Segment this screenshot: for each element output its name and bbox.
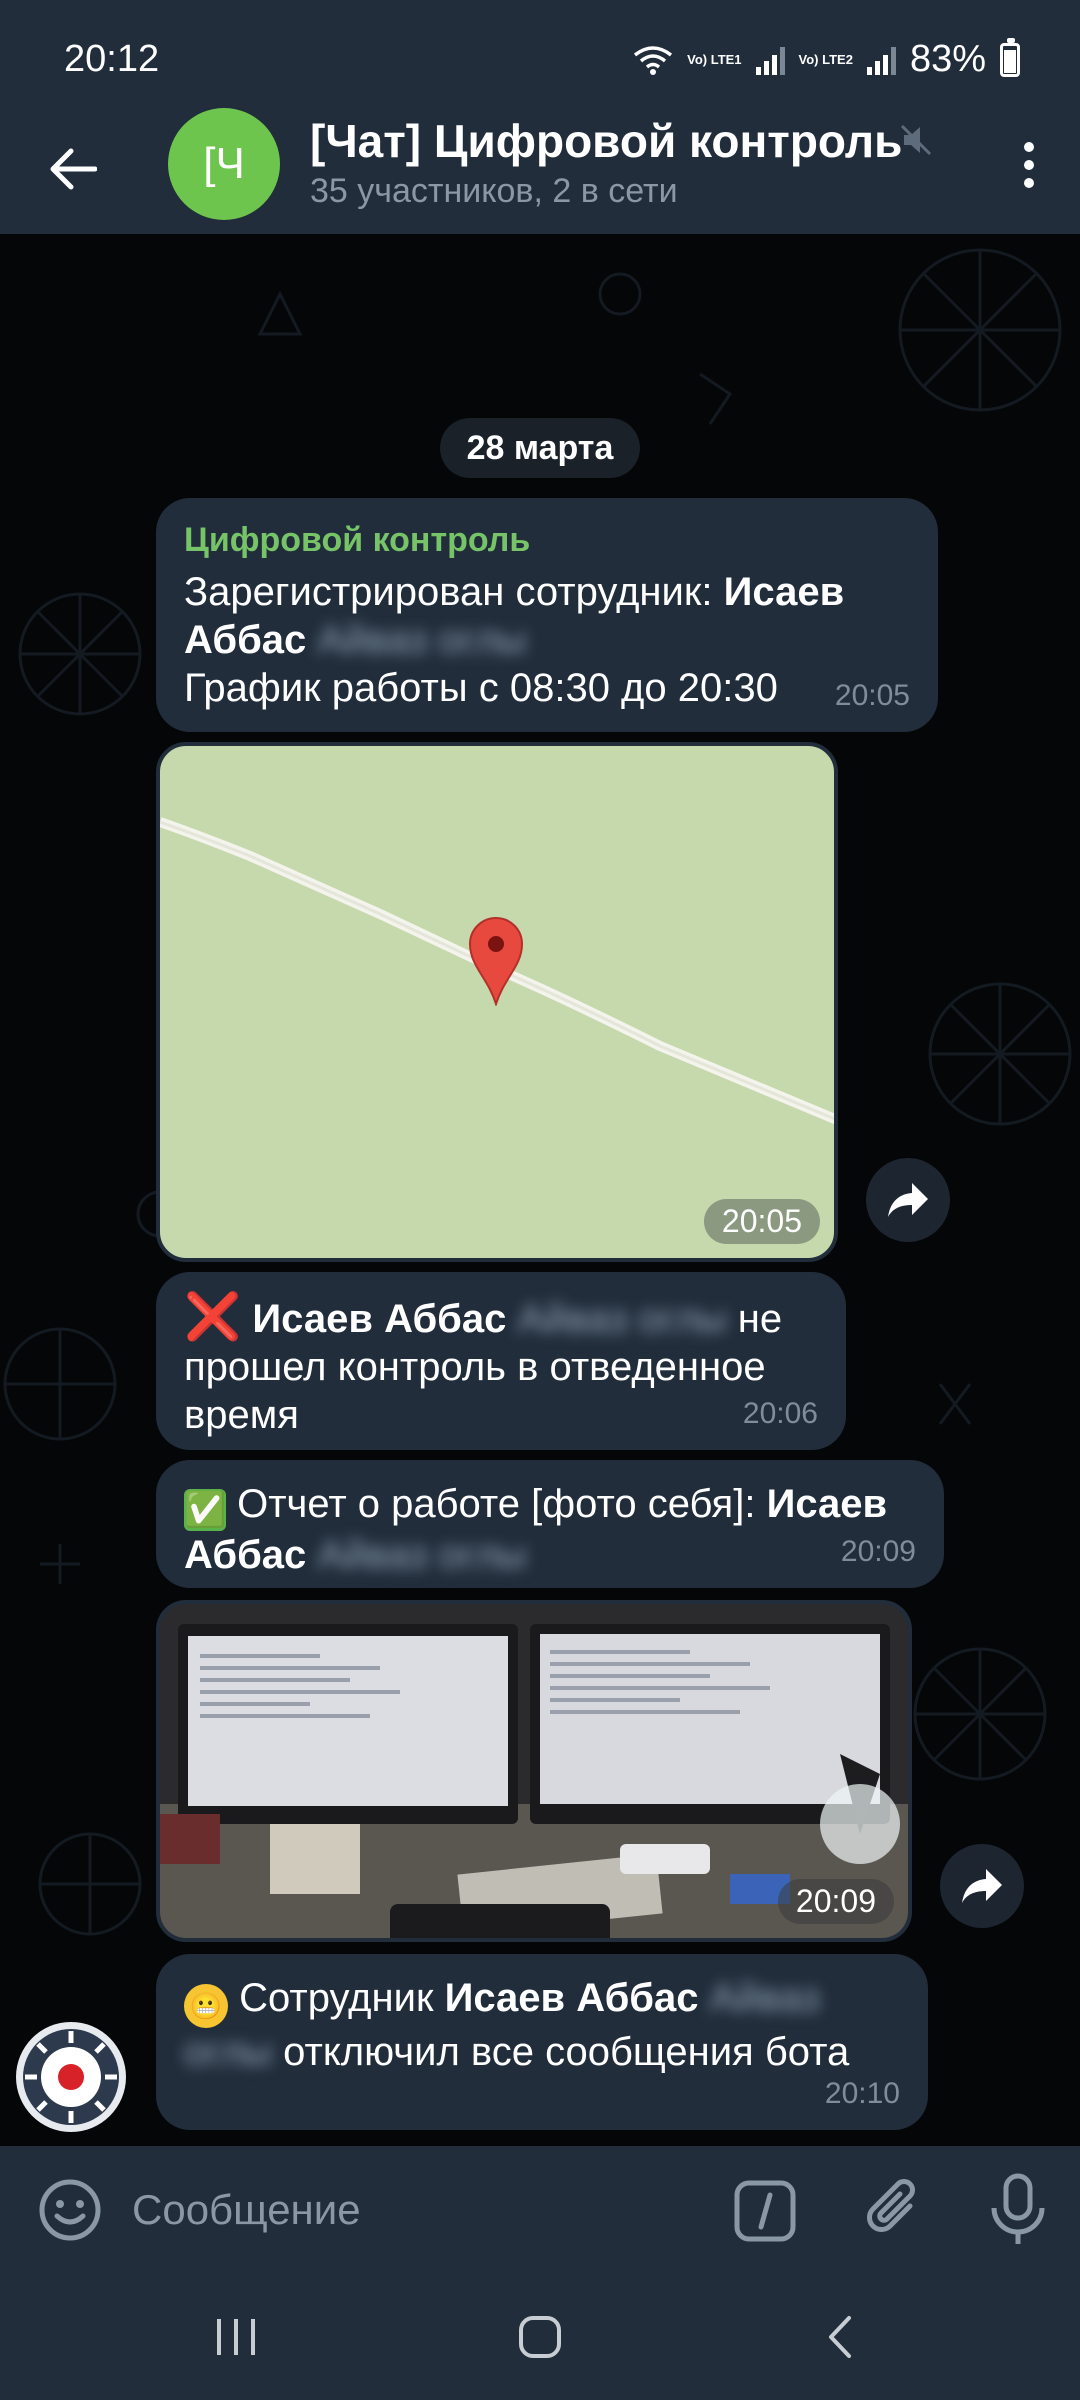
message-text: ❌ Исаев Аббас Айваз оглы не прошел контр…: [184, 1290, 783, 1437]
home-button[interactable]: [500, 2304, 580, 2370]
message-input[interactable]: [132, 2176, 692, 2244]
employee-name: Исаев Аббас: [252, 1297, 507, 1341]
blurred-text: Айваз оглы: [317, 618, 527, 662]
emoji-icon[interactable]: [36, 2176, 104, 2244]
message-time: 20:10: [824, 2077, 900, 2110]
arrow-left-icon: [50, 148, 97, 190]
location-map[interactable]: 20:05: [156, 742, 838, 1262]
wifi-icon: [634, 45, 673, 75]
message-bubble[interactable]: Цифровой контроль Зарегистрирован сотруд…: [156, 498, 938, 732]
recent-apps-icon: [217, 2319, 255, 2355]
recent-apps-button[interactable]: [196, 2304, 276, 2370]
blurred-text: Айваз оглы: [517, 1297, 727, 1341]
system-nav-bar: [0, 2274, 1080, 2400]
bot-avatar[interactable]: [16, 2022, 126, 2132]
status-time: 20:12: [64, 38, 160, 80]
microphone-icon[interactable]: [984, 2172, 1052, 2248]
map-pin-icon: [468, 917, 524, 1006]
message-text: ✅ Отчет о работе [фото себя]: Исаев Абба…: [184, 1482, 888, 1577]
forward-button[interactable]: [940, 1844, 1024, 1928]
sim1-signal-icon: [755, 45, 785, 75]
photo-attachment[interactable]: 20:09: [156, 1600, 912, 1942]
paperclip-icon[interactable]: [860, 2176, 928, 2244]
message-text: 😬 Сотрудник Исаев Аббас Айваз оглы отклю…: [184, 1976, 850, 2074]
battery-percent: 83%: [909, 38, 986, 80]
grimacing-face-icon: 😬: [184, 1984, 228, 2028]
chat-members-status: 35 участников, 2 в сети: [310, 172, 678, 210]
more-menu-button[interactable]: [1004, 130, 1054, 200]
home-icon: [519, 2316, 561, 2358]
message-time: 20:09: [777, 1879, 894, 1924]
employee-name: Исаев Аббас: [444, 1976, 699, 2020]
sim1-lte-label: Vo) LTE1: [687, 51, 742, 67]
sim2-lte-label: Vo) LTE2: [798, 51, 853, 67]
forward-button[interactable]: [866, 1158, 950, 1242]
message-sender[interactable]: Цифровой контроль: [184, 518, 910, 562]
back-button[interactable]: [38, 134, 108, 204]
message-bubble[interactable]: ✅ Отчет о работе [фото себя]: Исаев Абба…: [156, 1460, 944, 1588]
message-text: Зарегистрирован сотрудник: Исаев Аббас А…: [184, 570, 845, 710]
message-bubble[interactable]: ❌ Исаев Аббас Айваз оглы не прошел контр…: [156, 1272, 846, 1450]
message-bubble[interactable]: 😬 Сотрудник Исаев Аббас Айваз оглы отклю…: [156, 1954, 928, 2130]
status-bar: 20:12 Vo) LTE1 Vo) LTE2 83%: [0, 0, 1080, 118]
status-icons: Vo) LTE1 Vo) LTE2 83%: [633, 37, 1020, 81]
bot-commands-icon[interactable]: [734, 2180, 796, 2242]
sim2-signal-icon: [866, 45, 896, 75]
chevron-left-icon: [829, 2316, 851, 2358]
share-arrow-icon: [888, 1183, 928, 1217]
message-time: 20:06: [742, 1397, 818, 1430]
chat-header: [Ч [Чат] Цифровой контроль 35 участников…: [0, 108, 1080, 234]
message-time: 20:05: [703, 1199, 820, 1244]
message-input-bar: [0, 2146, 1080, 2274]
message-time: 20:05: [834, 679, 910, 712]
check-mark-icon: ✅: [184, 1489, 227, 1531]
cross-mark-icon: ❌: [184, 1290, 242, 1342]
bot-logo-icon: [23, 2029, 119, 2125]
date-separator: 28 марта: [440, 418, 640, 478]
chat-title[interactable]: [Чат] Цифровой контроль: [310, 114, 902, 168]
chat-avatar[interactable]: [Ч: [168, 108, 280, 220]
share-arrow-icon: [962, 1869, 1002, 1903]
message-time: 20:09: [840, 1535, 916, 1568]
battery-icon: [1000, 37, 1020, 77]
blurred-text: Айваз оглы: [317, 1533, 527, 1577]
system-back-button[interactable]: [800, 2304, 880, 2370]
chat-area[interactable]: 28 марта Цифровой контроль Зарегистриров…: [0, 234, 1080, 2146]
mute-icon: [900, 124, 932, 156]
